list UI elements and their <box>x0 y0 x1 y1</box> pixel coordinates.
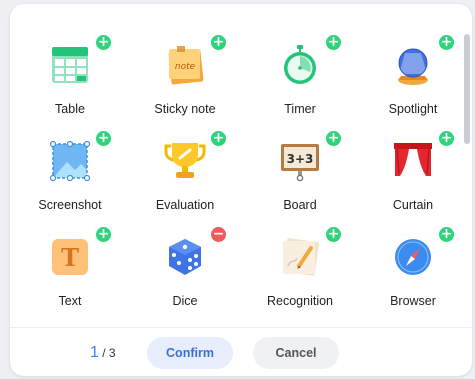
add-badge-icon[interactable]: + <box>211 131 226 146</box>
table-icon <box>49 44 91 86</box>
cancel-button[interactable]: Cancel <box>253 337 339 369</box>
remove-badge-icon[interactable]: − <box>211 227 226 242</box>
page-indicator: 1 / 3 <box>90 344 116 362</box>
sticky-note-text: note <box>175 62 196 72</box>
timer-icon <box>279 44 321 86</box>
compass-icon <box>392 236 434 278</box>
toolbox-dialog: + Table note + Sticky note + Timer + Spo… <box>10 4 472 376</box>
tool-label: Text <box>58 294 82 308</box>
tool-text[interactable]: T + Text <box>12 196 122 308</box>
dice-icon <box>164 236 206 278</box>
screenshot-icon <box>49 140 91 182</box>
tool-screenshot[interactable]: + Screenshot <box>12 100 122 212</box>
add-badge-icon[interactable]: + <box>96 35 111 50</box>
tool-label: Browser <box>390 294 436 308</box>
text-icon: T <box>49 236 91 278</box>
tool-browser[interactable]: + Browser <box>355 196 465 308</box>
tool-recognition[interactable]: + Recognition <box>242 196 352 308</box>
tool-label: Dice <box>172 294 198 308</box>
recognition-icon <box>279 236 321 278</box>
confirm-button[interactable]: Confirm <box>147 337 233 369</box>
scrollbar-thumb[interactable] <box>464 34 470 144</box>
add-badge-icon[interactable]: + <box>96 227 111 242</box>
tool-label: Recognition <box>266 294 333 308</box>
total-pages: / 3 <box>102 346 116 360</box>
add-badge-icon[interactable]: + <box>211 35 226 50</box>
board-icon: 3+3 <box>279 140 321 182</box>
current-page: 1 <box>90 344 99 361</box>
tool-dice[interactable]: − Dice <box>127 196 237 308</box>
add-badge-icon[interactable]: + <box>326 227 341 242</box>
add-badge-icon[interactable]: + <box>96 131 111 146</box>
add-badge-icon[interactable]: + <box>439 131 454 146</box>
tool-board[interactable]: 3+3 + Board <box>242 100 352 212</box>
tool-sticky-note[interactable]: note + Sticky note <box>127 4 237 116</box>
add-badge-icon[interactable]: + <box>439 227 454 242</box>
tool-curtain[interactable]: + Curtain <box>355 100 465 212</box>
text-icon-glyph: T <box>61 243 79 272</box>
tool-table[interactable]: + Table <box>12 4 122 116</box>
tool-grid: + Table note + Sticky note + Timer + Spo… <box>10 4 454 326</box>
board-text: 3+3 <box>287 152 314 166</box>
add-badge-icon[interactable]: + <box>326 35 341 50</box>
add-badge-icon[interactable]: + <box>439 35 454 50</box>
add-badge-icon[interactable]: + <box>326 131 341 146</box>
tool-timer[interactable]: + Timer <box>242 4 352 116</box>
footer-divider <box>10 327 472 328</box>
scrollbar[interactable] <box>464 34 470 319</box>
curtain-icon <box>392 140 434 182</box>
tool-spotlight[interactable]: + Spotlight <box>355 4 465 116</box>
trophy-icon <box>164 140 206 182</box>
spotlight-icon <box>392 44 434 86</box>
sticky-note-icon: note <box>164 44 206 86</box>
tool-evaluation[interactable]: + Evaluation <box>127 100 237 212</box>
